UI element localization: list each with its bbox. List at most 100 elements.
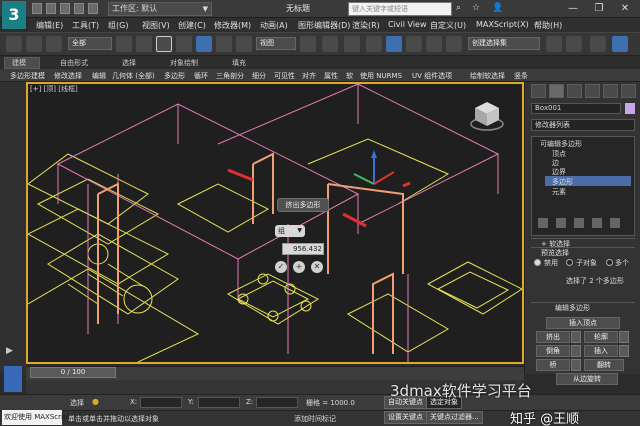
- viewport-label[interactable]: [+] [顶] [线框]: [30, 84, 78, 94]
- outline-settings-icon[interactable]: [619, 331, 629, 343]
- insert-vertex-button[interactable]: 插入顶点: [546, 317, 620, 329]
- select-by-name-icon[interactable]: [136, 36, 152, 52]
- bridge-settings-icon[interactable]: [571, 359, 581, 371]
- caddy-extrude-type[interactable]: 组 ▼: [275, 225, 305, 237]
- ribbon-use-nurms[interactable]: 使用 NURMS: [360, 71, 402, 81]
- maxscript-listener[interactable]: 欢迎使用 MAXScript: [2, 410, 70, 425]
- caddy-apply-icon[interactable]: +: [293, 261, 305, 273]
- open-file-icon[interactable]: [46, 3, 56, 14]
- configure-sets-icon[interactable]: [610, 218, 620, 228]
- tab-modeling[interactable]: 建模: [12, 58, 26, 68]
- unlink-icon[interactable]: [46, 36, 62, 52]
- select-manipulate-icon[interactable]: [322, 36, 338, 52]
- outline-button[interactable]: 轮廓: [584, 331, 618, 343]
- caddy-cancel-icon[interactable]: ✕: [311, 261, 323, 273]
- render-icon[interactable]: [612, 36, 628, 52]
- search-icon[interactable]: ⌕: [456, 3, 468, 15]
- stack-item-border[interactable]: 边界: [552, 167, 566, 177]
- ribbon-loops[interactable]: 循环: [194, 71, 208, 81]
- stack-item-element[interactable]: 元素: [552, 187, 566, 197]
- app-logo-icon[interactable]: 3: [2, 1, 26, 29]
- ribbon-triangulation[interactable]: 三角剖分: [216, 71, 244, 81]
- bevel-button[interactable]: 倒角: [536, 345, 570, 357]
- menu-help[interactable]: 帮助(H): [534, 20, 562, 31]
- user-icon[interactable]: 👤: [492, 3, 504, 15]
- undo-toolbar-icon[interactable]: [6, 36, 22, 52]
- keyboard-shortcut-icon[interactable]: [344, 36, 360, 52]
- inset-settings-icon[interactable]: [619, 345, 629, 357]
- ribbon-polygons[interactable]: 多边形: [164, 71, 185, 81]
- caddy-ok-icon[interactable]: ✓: [275, 261, 287, 273]
- menu-customize[interactable]: 自定义(U): [430, 20, 466, 31]
- menu-group[interactable]: 组(G): [108, 20, 128, 31]
- object-name-field[interactable]: Box001: [531, 103, 621, 114]
- rotate-icon[interactable]: [216, 36, 232, 52]
- ribbon-paint-soft[interactable]: 绘制软选择: [470, 71, 505, 81]
- move-icon[interactable]: [196, 36, 212, 52]
- mirror-icon[interactable]: [546, 36, 562, 52]
- show-end-result-icon[interactable]: [556, 218, 566, 228]
- set-key-button[interactable]: 设置关键点: [384, 411, 427, 424]
- lock-icon[interactable]: ●: [92, 397, 102, 407]
- modify-tab-icon[interactable]: [549, 84, 564, 98]
- remove-modifier-icon[interactable]: [592, 218, 602, 228]
- stack-item-polygon[interactable]: 多边形: [552, 177, 573, 187]
- time-slider[interactable]: 0 / 100: [30, 367, 116, 378]
- ribbon-geometry-all[interactable]: 几何体 (全部): [112, 71, 155, 81]
- angle-snap-icon[interactable]: [386, 36, 402, 52]
- save-file-icon[interactable]: [60, 3, 70, 14]
- ribbon-align[interactable]: 对齐: [302, 71, 316, 81]
- menu-graph-editors[interactable]: 图形编辑器(D): [298, 20, 350, 31]
- search-input[interactable]: 键入关键字或短语: [348, 2, 452, 16]
- snap-toggle-icon[interactable]: [366, 36, 382, 52]
- object-color-swatch[interactable]: [625, 103, 635, 114]
- ribbon-visibility[interactable]: 可见性: [274, 71, 295, 81]
- key-filters-button[interactable]: 关键点过滤器...: [426, 411, 483, 424]
- hinge-from-edge-button[interactable]: 从边旋转: [556, 373, 618, 385]
- tab-selection[interactable]: 选择: [122, 58, 136, 68]
- tab-freeform[interactable]: 自由形式: [60, 58, 88, 68]
- ribbon-edit[interactable]: 编辑: [92, 71, 106, 81]
- ribbon-properties[interactable]: 属性: [324, 71, 338, 81]
- percent-snap-icon[interactable]: [406, 36, 422, 52]
- close-button[interactable]: ✕: [612, 1, 638, 17]
- motion-tab-icon[interactable]: [585, 84, 600, 98]
- reference-coord-dropdown[interactable]: 视图: [256, 37, 296, 50]
- pin-stack-icon[interactable]: [538, 218, 548, 228]
- ribbon-modify-selection[interactable]: 修改选择: [54, 71, 82, 81]
- viewcube-icon[interactable]: [470, 98, 504, 132]
- scale-icon[interactable]: [236, 36, 252, 52]
- menu-render[interactable]: 渲染(R): [352, 20, 380, 31]
- bridge-button[interactable]: 桥: [536, 359, 570, 371]
- selection-filter-dropdown[interactable]: 全部: [68, 37, 112, 50]
- z-coord-field[interactable]: [256, 397, 298, 408]
- named-selection-set-dropdown[interactable]: 创建选择集: [468, 37, 540, 50]
- menu-maxscript[interactable]: MAXScript(X): [476, 20, 529, 29]
- window-crossing-icon[interactable]: [176, 36, 192, 52]
- stack-item-editable-poly[interactable]: 可编辑多边形: [540, 139, 582, 149]
- named-selection-icon[interactable]: [446, 36, 462, 52]
- viewport[interactable]: [26, 82, 524, 364]
- pivot-center-icon[interactable]: [300, 36, 316, 52]
- ribbon-soft[interactable]: 软: [346, 71, 353, 81]
- mini-curve-editor-icon[interactable]: [4, 366, 22, 392]
- menu-create[interactable]: 创建(C): [178, 20, 206, 31]
- menu-civil-view[interactable]: Civil View: [388, 20, 427, 29]
- spinner-snap-icon[interactable]: [426, 36, 442, 52]
- modifier-list-dropdown[interactable]: 修改器列表: [531, 119, 635, 131]
- y-coord-field[interactable]: [198, 397, 240, 408]
- tab-populate[interactable]: 填充: [232, 58, 246, 68]
- menu-animation[interactable]: 动画(A): [260, 20, 288, 31]
- ribbon-strip[interactable]: 竖条: [514, 71, 528, 81]
- align-icon[interactable]: [566, 36, 582, 52]
- utilities-tab-icon[interactable]: [621, 84, 636, 98]
- flip-button[interactable]: 翻转: [584, 359, 624, 371]
- add-time-tag[interactable]: 添加时间标记: [294, 414, 336, 424]
- expand-arrow-icon[interactable]: ▶: [6, 346, 20, 358]
- link-icon[interactable]: [26, 36, 42, 52]
- preview-subobject-radio[interactable]: [566, 259, 573, 266]
- hierarchy-tab-icon[interactable]: [567, 84, 582, 98]
- redo-icon[interactable]: [88, 3, 98, 14]
- preview-multi-radio[interactable]: [606, 259, 613, 266]
- star-icon[interactable]: ☆: [472, 3, 484, 15]
